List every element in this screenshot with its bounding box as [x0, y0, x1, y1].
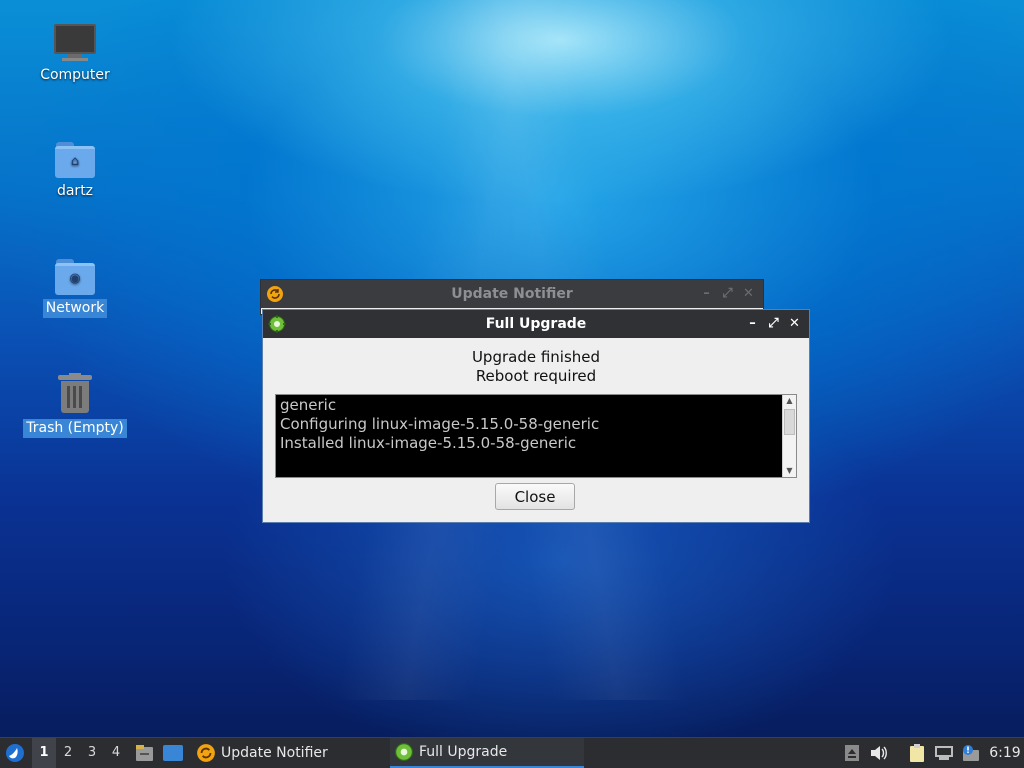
volume-tray[interactable]	[868, 738, 890, 768]
workspace-2[interactable]: 2	[56, 738, 80, 768]
desktop-icon	[163, 745, 183, 761]
desktop-icon-home[interactable]: ⌂ dartz	[20, 140, 130, 201]
full-upgrade-dialog[interactable]: Full Upgrade – ⤢ ✕ Upgrade finished Rebo…	[262, 309, 810, 523]
clipboard-tray[interactable]	[906, 738, 928, 768]
file-manager-launcher[interactable]	[132, 738, 156, 768]
update-alert-icon	[963, 745, 979, 761]
log-line: generic	[280, 396, 337, 414]
update-notifier-icon	[267, 286, 283, 302]
window-title: Full Upgrade	[485, 316, 587, 332]
task-full-upgrade[interactable]: Full Upgrade	[390, 738, 584, 768]
network-tray[interactable]	[933, 738, 955, 768]
minimize-button[interactable]: –	[744, 310, 761, 338]
desktop-icon-network[interactable]: ◉ Network	[20, 257, 130, 318]
window-title: Update Notifier	[451, 286, 573, 302]
maximize-button[interactable]: ⤢	[719, 280, 736, 308]
taskbar: 1 2 3 4 Update Notifier Full Upgrade 6:1…	[0, 737, 1024, 768]
trash-icon	[56, 373, 94, 415]
eject-tray[interactable]	[841, 738, 863, 768]
close-button[interactable]: ✕	[740, 280, 757, 308]
close-button[interactable]: ✕	[786, 310, 803, 338]
workspace-1[interactable]: 1	[32, 738, 56, 768]
window-titlebar[interactable]: Update Notifier – ⤢ ✕	[261, 280, 763, 308]
desktop-icon-trash[interactable]: Trash (Empty)	[20, 373, 130, 438]
file-manager-icon	[136, 745, 153, 761]
network-folder-icon: ◉	[54, 257, 96, 295]
update-notifier-icon	[197, 744, 215, 762]
volume-icon	[871, 746, 887, 760]
desktop-icon-computer[interactable]: Computer	[20, 24, 130, 85]
window-titlebar[interactable]: Full Upgrade – ⤢ ✕	[263, 310, 809, 338]
lubuntu-logo-icon	[6, 744, 24, 762]
desktop-icon-label: Network	[42, 299, 108, 318]
clipboard-icon	[910, 744, 924, 762]
desktop-icon-label: Trash (Empty)	[23, 419, 127, 438]
workspace-3[interactable]: 3	[80, 738, 104, 768]
show-desktop-button[interactable]	[160, 738, 184, 768]
log-line: Installed linux-image-5.15.0-58-generic	[280, 434, 577, 452]
update-notification-tray[interactable]	[960, 738, 982, 768]
network-wired-icon	[935, 746, 953, 760]
scroll-down-arrow-icon[interactable]: ▼	[783, 465, 796, 477]
desktop-icon-label: dartz	[56, 183, 94, 199]
workspace-4[interactable]: 4	[104, 738, 128, 768]
clock[interactable]: 6:19	[988, 738, 1022, 768]
computer-icon	[54, 24, 96, 62]
close-dialog-button[interactable]: Close	[495, 483, 575, 510]
status-line-reboot: Reboot required	[475, 367, 597, 385]
task-label: Update Notifier	[221, 745, 328, 761]
task-label: Full Upgrade	[419, 744, 508, 760]
minimize-button[interactable]: –	[698, 280, 715, 308]
dialog-body: Upgrade finished Reboot required	[263, 338, 809, 386]
log-line: Configuring linux-image-5.15.0-58-generi…	[280, 415, 600, 433]
gear-icon	[268, 315, 286, 333]
home-folder-icon: ⌂	[54, 140, 96, 178]
scroll-up-arrow-icon[interactable]: ▲	[783, 395, 796, 407]
log-output[interactable]: generic Configuring linux-image-5.15.0-5…	[275, 394, 797, 478]
scrollbar-thumb[interactable]	[784, 409, 795, 435]
maximize-button[interactable]: ⤢	[765, 310, 782, 338]
gear-icon	[395, 743, 413, 761]
task-update-notifier[interactable]: Update Notifier	[192, 738, 382, 768]
eject-icon	[845, 745, 859, 761]
log-scrollbar[interactable]: ▲ ▼	[782, 395, 796, 477]
desktop-icon-label: Computer	[40, 67, 110, 83]
start-menu-button[interactable]	[0, 738, 30, 768]
status-line-finished: Upgrade finished	[471, 348, 601, 366]
